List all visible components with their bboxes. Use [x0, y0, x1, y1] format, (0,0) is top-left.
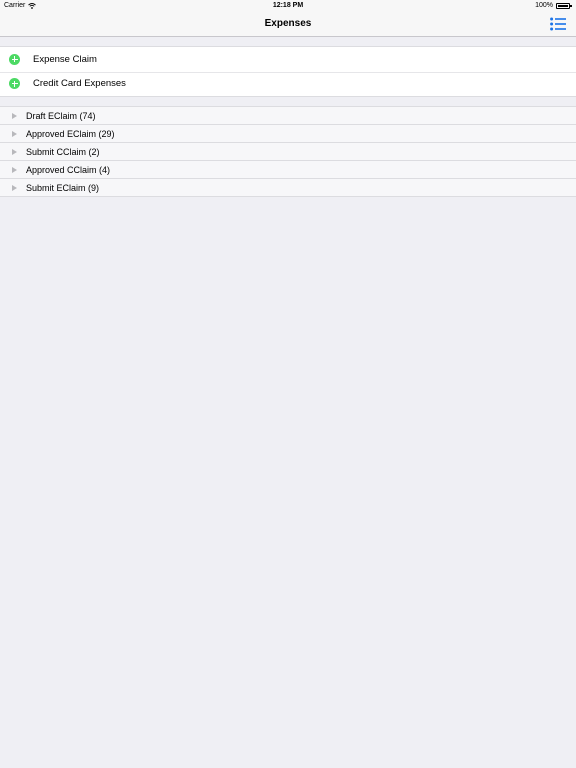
claim-label: Submit CClaim (2) [26, 146, 100, 157]
new-claim-actions: Expense Claim Credit Card Expenses [0, 46, 576, 97]
add-circle-icon [9, 78, 20, 90]
claim-row-approved-cclaim[interactable]: Approved CClaim (4) [0, 161, 576, 179]
add-circle-icon [9, 53, 20, 65]
expense-claim-label: Expense Claim [33, 53, 97, 65]
status-time: 12:18 PM [272, 2, 304, 9]
claim-label: Approved CClaim (4) [26, 164, 111, 175]
disclosure-triangle-icon [12, 148, 17, 155]
credit-card-expenses-row[interactable]: Credit Card Expenses [0, 71, 576, 97]
claim-row-approved-eclaim[interactable]: Approved EClaim (29) [0, 125, 576, 143]
credit-card-expenses-label: Credit Card Expenses [33, 78, 126, 90]
status-bar: Carrier 12:18 PM 100% [0, 0, 576, 12]
disclosure-triangle-icon [12, 130, 17, 137]
claim-row-draft-eclaim[interactable]: Draft EClaim (74) [0, 107, 576, 125]
claims-list: Draft EClaim (74) Approved EClaim (29) S… [0, 106, 576, 197]
page-title: Expenses [264, 18, 312, 29]
claim-label: Draft EClaim (74) [26, 110, 96, 121]
claim-row-submit-cclaim[interactable]: Submit CClaim (2) [0, 143, 576, 161]
navigation-bar: Expenses [0, 12, 576, 37]
expense-claim-row[interactable]: Expense Claim [0, 47, 576, 72]
disclosure-triangle-icon [12, 166, 17, 173]
claim-label: Submit EClaim (9) [26, 182, 100, 193]
battery-info: 100% [535, 2, 572, 9]
disclosure-triangle-icon [12, 184, 17, 191]
claim-row-submit-eclaim[interactable]: Submit EClaim (9) [0, 179, 576, 197]
disclosure-triangle-icon [12, 112, 17, 119]
battery-percent: 100% [535, 2, 553, 9]
battery-icon [556, 2, 572, 9]
claim-label: Approved EClaim (29) [26, 128, 115, 139]
list-menu-icon[interactable] [550, 17, 566, 31]
